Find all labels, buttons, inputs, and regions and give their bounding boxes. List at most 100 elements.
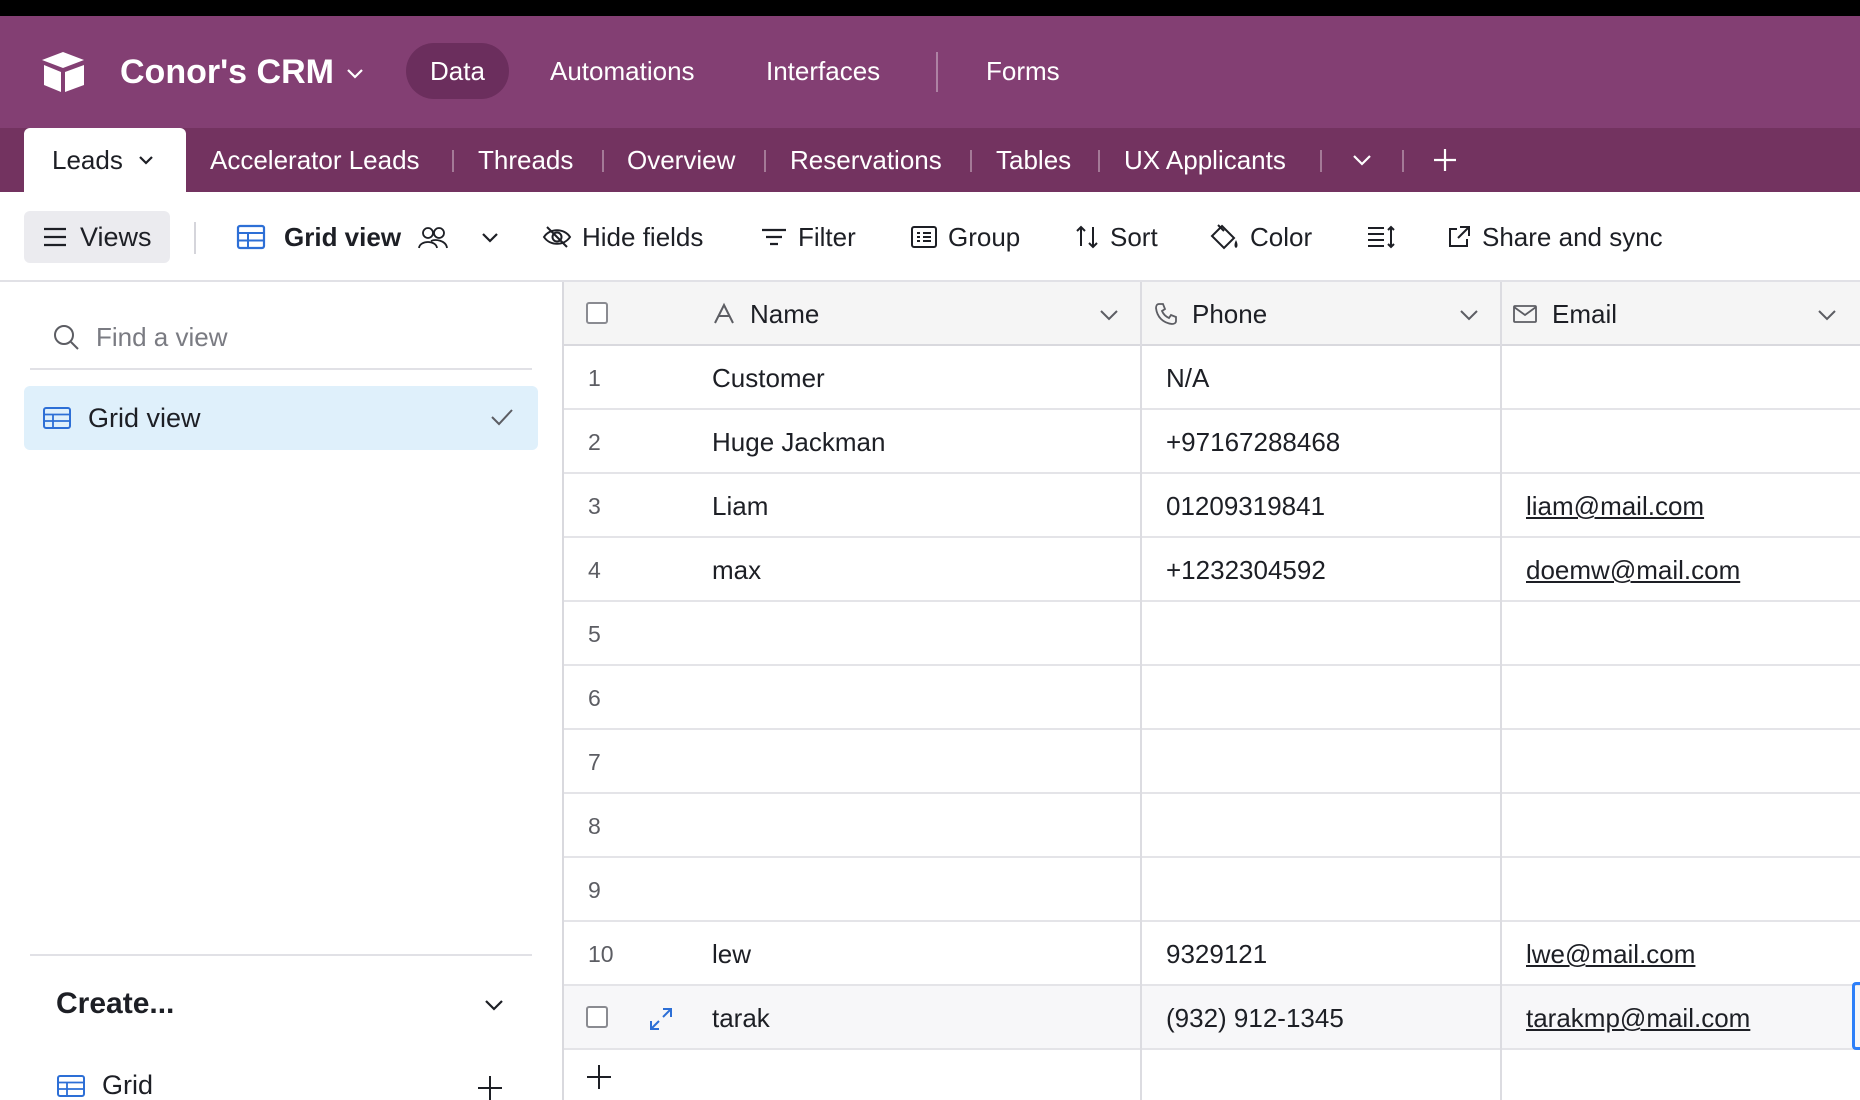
- create-grid-item[interactable]: Grid: [56, 1070, 153, 1100]
- tab-separator: [764, 150, 766, 172]
- create-grid-label: Grid: [102, 1070, 154, 1100]
- cell-name[interactable]: max: [712, 538, 761, 602]
- color-label: Color: [1250, 221, 1313, 252]
- view-toolbar: Views Grid view Hide fields Filter Group…: [0, 192, 1860, 282]
- base-logo-icon[interactable]: [40, 50, 86, 94]
- cell-name[interactable]: tarak: [712, 986, 770, 1050]
- add-grid-plus-icon[interactable]: [476, 1074, 504, 1100]
- sort-button[interactable]: Sort: [1074, 192, 1158, 282]
- cell-email[interactable]: doemw@mail.com: [1526, 538, 1740, 602]
- select-all-checkbox[interactable]: [586, 302, 608, 324]
- nav-forms[interactable]: Forms: [962, 43, 1084, 99]
- tab-separator: [452, 150, 454, 172]
- column-phone-label: Phone: [1192, 298, 1268, 329]
- hide-fields-label: Hide fields: [582, 221, 704, 252]
- tab-leads[interactable]: Leads: [24, 128, 186, 192]
- collaborative-view-icon: [418, 227, 448, 249]
- cell-name[interactable]: Liam: [712, 474, 768, 538]
- table-row[interactable]: 4 max +1232304592 doemw@mail.com: [564, 538, 1860, 602]
- table-row[interactable]: 8: [564, 794, 1860, 858]
- table-row[interactable]: 2 Huge Jackman +97167288468: [564, 410, 1860, 474]
- paint-bucket-icon: [1210, 224, 1238, 250]
- share-and-sync-button[interactable]: Share and sync: [1446, 192, 1663, 282]
- phone-icon: [1155, 303, 1177, 325]
- toolbar-divider: [194, 222, 196, 254]
- create-section-title[interactable]: Create...: [56, 984, 174, 1024]
- grid-view-icon: [57, 1074, 85, 1097]
- row-height-button[interactable]: [1366, 192, 1406, 282]
- table-row[interactable]: 9: [564, 858, 1860, 922]
- tab-separator: [1402, 150, 1404, 172]
- tab-reservations[interactable]: Reservations: [790, 128, 942, 192]
- row-number: 10: [588, 941, 614, 967]
- nav-data[interactable]: Data: [406, 43, 509, 99]
- find-view-search[interactable]: Find a view: [30, 306, 532, 370]
- nav-divider: [936, 52, 938, 92]
- row-checkbox[interactable]: [586, 1006, 608, 1028]
- cell-email[interactable]: lwe@mail.com: [1526, 922, 1695, 986]
- grid-view-icon: [236, 224, 266, 250]
- column-name-label: Name: [750, 298, 820, 329]
- expand-record-icon[interactable]: [648, 1006, 674, 1032]
- column-email-menu-icon[interactable]: [1816, 304, 1838, 326]
- cell-phone[interactable]: 01209319841: [1166, 474, 1325, 538]
- sidebar-view-label: Grid view: [88, 403, 201, 433]
- filter-icon: [762, 228, 786, 246]
- more-tables-chevron-icon[interactable]: [1350, 148, 1374, 172]
- tab-overview[interactable]: Overview: [627, 128, 735, 192]
- cell-phone[interactable]: (932) 912-1345: [1166, 986, 1344, 1050]
- grid-header-row: Name Phone Email: [564, 282, 1860, 346]
- base-name[interactable]: Conor's CRM: [120, 50, 334, 94]
- cell-email[interactable]: tarakmp@mail.com: [1526, 986, 1750, 1050]
- column-header-name[interactable]: Name: [712, 282, 1122, 346]
- tab-ux-applicants[interactable]: UX Applicants: [1124, 128, 1286, 192]
- color-button[interactable]: Color: [1210, 192, 1312, 282]
- nav-interfaces[interactable]: Interfaces: [742, 43, 904, 99]
- view-switcher[interactable]: Grid view: [236, 192, 511, 282]
- tab-separator: [1098, 150, 1100, 172]
- cell-phone[interactable]: 9329121: [1166, 922, 1267, 986]
- cell-name[interactable]: lew: [712, 922, 751, 986]
- nav-automations[interactable]: Automations: [526, 43, 719, 99]
- row-number: 4: [588, 557, 601, 583]
- cell-name[interactable]: Huge Jackman: [712, 410, 885, 474]
- table-row[interactable]: 7: [564, 730, 1860, 794]
- base-menu-chevron-icon[interactable]: [344, 62, 366, 84]
- table-row[interactable]: 5: [564, 602, 1860, 666]
- checkmark-icon: [491, 409, 513, 426]
- view-menu-chevron-icon[interactable]: [479, 226, 501, 248]
- add-table-plus-icon[interactable]: [1432, 147, 1458, 173]
- row-height-icon: [1368, 225, 1395, 249]
- tab-tables[interactable]: Tables: [996, 128, 1071, 192]
- column-header-phone[interactable]: Phone: [1154, 282, 1454, 346]
- column-phone-menu-icon[interactable]: [1458, 304, 1480, 326]
- cell-email[interactable]: liam@mail.com: [1526, 474, 1704, 538]
- table-row[interactable]: 3 Liam 01209319841 liam@mail.com: [564, 474, 1860, 538]
- tab-accelerator-leads[interactable]: Accelerator Leads: [210, 128, 420, 192]
- cell-phone[interactable]: +97167288468: [1166, 410, 1340, 474]
- selected-cell-edge: [1852, 982, 1860, 1050]
- cell-phone[interactable]: +1232304592: [1166, 538, 1326, 602]
- filter-button[interactable]: Filter: [760, 192, 856, 282]
- group-button[interactable]: Group: [910, 192, 1020, 282]
- cell-phone[interactable]: N/A: [1166, 346, 1209, 410]
- sidebar-view-grid-view[interactable]: Grid view: [24, 386, 538, 450]
- views-sidebar: Find a view Grid view Create... Grid: [0, 282, 564, 1100]
- create-collapse-chevron-icon[interactable]: [482, 994, 506, 1016]
- table-row[interactable]: 10 lew 9329121 lwe@mail.com: [564, 922, 1860, 986]
- hamburger-icon: [44, 227, 66, 247]
- find-view-placeholder: Find a view: [96, 321, 228, 352]
- table-row[interactable]: 6: [564, 666, 1860, 730]
- table-row[interactable]: 1 Customer N/A: [564, 346, 1860, 410]
- column-header-email[interactable]: Email: [1512, 282, 1812, 346]
- tab-leads-chevron-icon[interactable]: [136, 150, 156, 170]
- views-toggle-button[interactable]: Views: [24, 211, 170, 263]
- tab-separator: [602, 150, 604, 172]
- share-external-icon: [1449, 226, 1470, 247]
- hide-fields-button[interactable]: Hide fields: [542, 192, 703, 282]
- table-row[interactable]: tarak (932) 912-1345 tarakmp@mail.com: [564, 986, 1860, 1050]
- column-name-menu-icon[interactable]: [1098, 304, 1120, 326]
- add-record-plus-icon[interactable]: [584, 1062, 614, 1092]
- cell-name[interactable]: Customer: [712, 346, 825, 410]
- tab-threads[interactable]: Threads: [478, 128, 573, 192]
